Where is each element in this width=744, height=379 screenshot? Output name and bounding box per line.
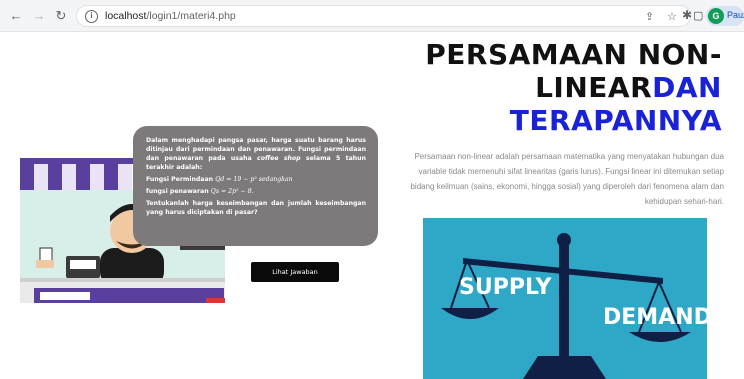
demand-label: DEMAND bbox=[603, 305, 707, 330]
supply-label: SUPPLY bbox=[459, 275, 553, 300]
show-answer-button[interactable]: Lihat Jawaban bbox=[251, 262, 339, 282]
awning-stripes-shape bbox=[20, 164, 132, 190]
scale-pole-shape bbox=[559, 238, 569, 360]
page-title-line-1: PERSAMAAN NON- bbox=[425, 38, 722, 71]
problem-paragraph-3: fungsi penawaran Qs = 2p² − 8. bbox=[146, 188, 254, 195]
problem-paragraph-2: Fungsi Permindaan Qd = 19 − p² sedangkan bbox=[146, 176, 293, 183]
browser-toolbar: ← → ↻ i localhost/login1/materi4.php ⇪ ☆… bbox=[0, 0, 744, 32]
supply-demand-image: SUPPLY DEMAND bbox=[423, 218, 707, 379]
site-info-icon[interactable]: i bbox=[85, 10, 98, 23]
bookmark-star-icon[interactable]: ☆ bbox=[667, 10, 677, 23]
problem-speech-bubble: Dalam menghadapi pangsa pasar, harga sua… bbox=[133, 126, 378, 246]
reload-icon[interactable]: ↻ bbox=[53, 8, 69, 24]
profile-button[interactable]: G Pauze bbox=[706, 6, 744, 26]
profile-name: Pauze bbox=[727, 10, 744, 20]
address-bar[interactable]: i localhost/login1/materi4.php ⇪ ☆ bbox=[76, 5, 691, 27]
page-title-line-3: TERAPANNYA bbox=[509, 104, 722, 137]
forward-icon[interactable]: → bbox=[31, 8, 47, 24]
problem-paragraph-4: Tentukanlah harga keseimbangan dan jumla… bbox=[146, 200, 366, 216]
extensions-icon[interactable]: ✱ bbox=[682, 8, 692, 22]
left-pan-shape bbox=[441, 308, 499, 319]
problem-paragraph-1: Dalam menghadapi pangsa pasar, harga sua… bbox=[146, 137, 366, 171]
side-panel-icon[interactable]: ▢ bbox=[693, 9, 703, 22]
page-title-line-2: LINEARDAN bbox=[535, 71, 722, 104]
right-pan-shape bbox=[629, 332, 691, 342]
description-text: Persamaan non-linear adalah persamaan ma… bbox=[410, 152, 724, 206]
back-icon[interactable]: ← bbox=[8, 8, 24, 24]
avatar: G bbox=[708, 8, 724, 24]
address-url[interactable]: localhost/login1/materi4.php bbox=[105, 10, 236, 22]
scale-pivot-shape bbox=[557, 233, 571, 247]
share-icon[interactable]: ⇪ bbox=[645, 10, 654, 23]
